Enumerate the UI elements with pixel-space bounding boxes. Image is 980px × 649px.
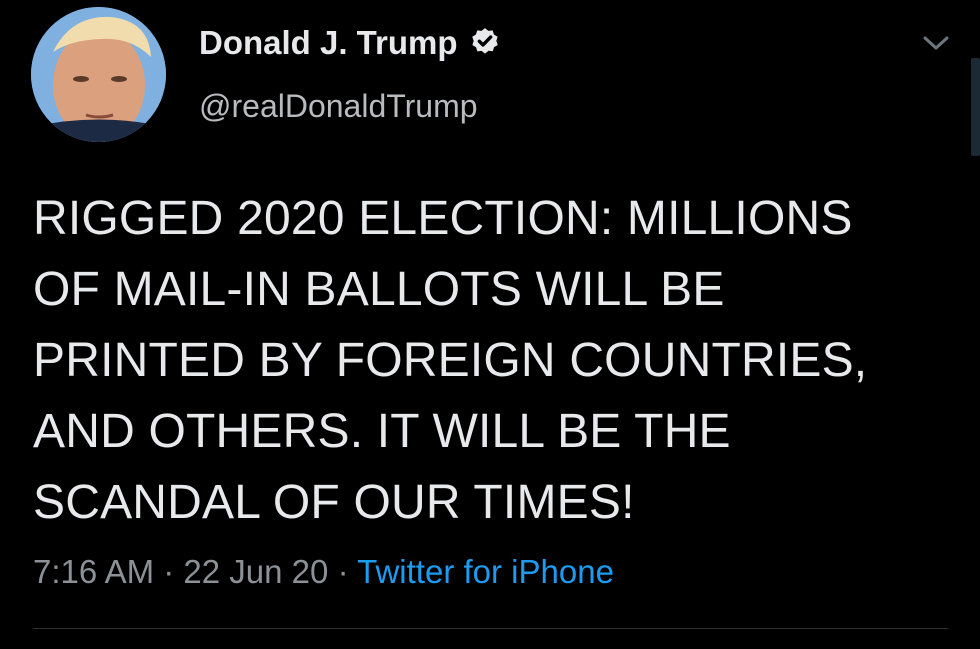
- user-handle[interactable]: @realDonaldTrump: [199, 88, 478, 125]
- chevron-down-icon[interactable]: [921, 33, 951, 53]
- tweet-time[interactable]: 7:16 AM: [33, 553, 154, 590]
- tweet-text-line: RIGGED 2020 ELECTION: MILLIONS: [33, 192, 853, 245]
- avatar[interactable]: [31, 7, 166, 142]
- meta-separator: ·: [163, 553, 175, 590]
- tweet-text-line: SCANDAL OF OUR TIMES!: [33, 476, 635, 529]
- tweet-text-line: OF MAIL-IN BALLOTS WILL BE: [33, 263, 725, 316]
- display-name[interactable]: Donald J. Trump: [199, 24, 458, 62]
- divider: [33, 628, 948, 629]
- scrollbar[interactable]: [971, 58, 980, 156]
- tweet-text: RIGGED 2020 ELECTION: MILLIONS OF MAIL-I…: [33, 183, 963, 538]
- tweet-date[interactable]: 22 Jun 20: [183, 553, 328, 590]
- verified-badge-icon: [471, 28, 498, 54]
- tweet-text-line: AND OTHERS. IT WILL BE THE: [33, 405, 731, 458]
- display-name-row[interactable]: Donald J. Trump: [199, 24, 502, 62]
- avatar-image: [31, 7, 166, 142]
- meta-separator: ·: [337, 553, 349, 590]
- tweet-meta: 7:16 AM · 22 Jun 20 · Twitter for iPhone: [33, 553, 614, 591]
- tweet-text-line: PRINTED BY FOREIGN COUNTRIES,: [33, 334, 868, 387]
- tweet-source-link[interactable]: Twitter for iPhone: [357, 553, 614, 590]
